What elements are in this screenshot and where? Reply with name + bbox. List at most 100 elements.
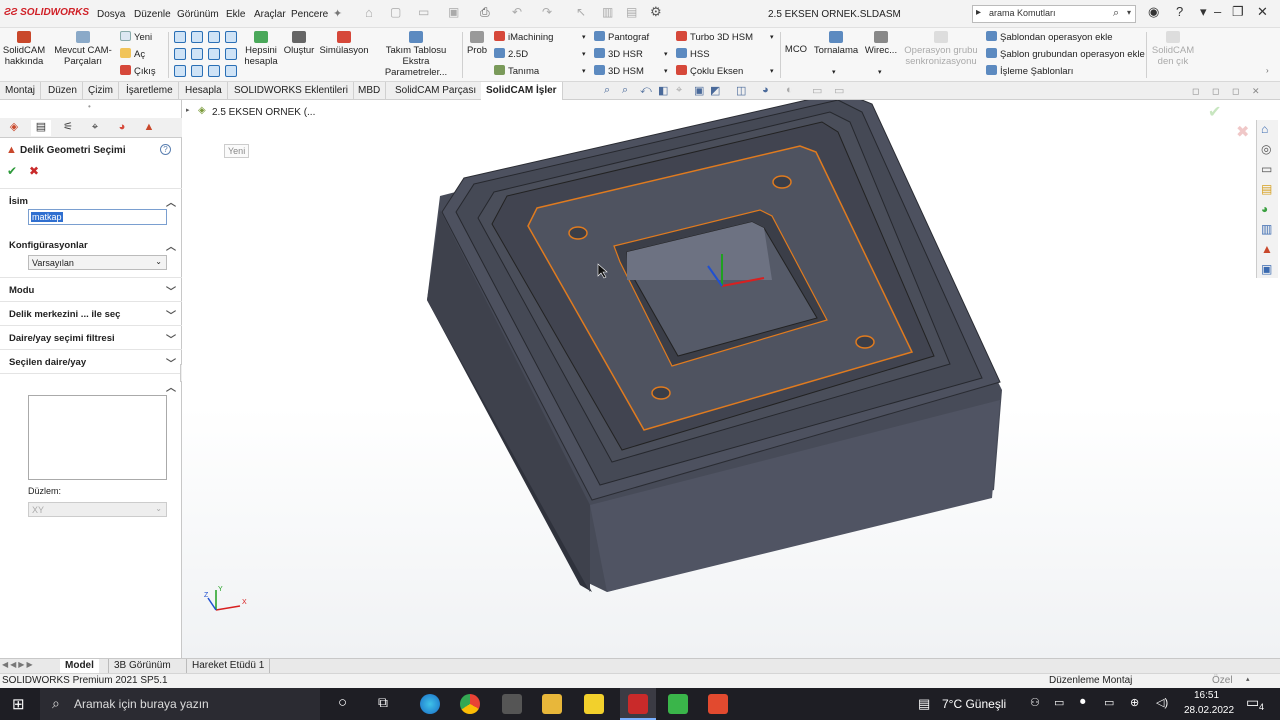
maximize-icon[interactable]: ❐ bbox=[1232, 4, 1244, 20]
hole-1[interactable] bbox=[568, 226, 588, 240]
grid-tool-icon[interactable] bbox=[225, 48, 237, 60]
taskbar-search[interactable]: ⌕ Aramak için buraya yazın bbox=[40, 688, 320, 720]
dropdown-icon[interactable]: ▾ bbox=[582, 50, 586, 58]
tab-solidcam-jobs[interactable]: SolidCAM İşler bbox=[481, 82, 563, 100]
wire-button[interactable]: Wirec... bbox=[862, 31, 900, 56]
home-icon[interactable]: ⌂ bbox=[1261, 122, 1268, 136]
units-dropdown-icon[interactable]: ▴ bbox=[1246, 675, 1250, 683]
exit-button[interactable]: Çıkış bbox=[120, 65, 156, 77]
menu-ekle[interactable]: Ekle bbox=[226, 9, 245, 20]
zoom-fit-icon[interactable]: ⌕ bbox=[604, 84, 610, 97]
weather-text[interactable]: 7°C Güneşli bbox=[942, 697, 1006, 711]
help-dropdown-icon[interactable]: ▾ bbox=[1200, 4, 1207, 20]
dropdown-icon[interactable]: ▾ bbox=[832, 68, 836, 76]
mco-button[interactable]: MCO bbox=[784, 44, 808, 55]
3d-hsm-button[interactable]: 3D HSM bbox=[594, 65, 644, 77]
grid-tool-icon[interactable] bbox=[174, 48, 186, 60]
grid-tool-icon[interactable] bbox=[191, 31, 203, 43]
account-icon[interactable]: ◉ bbox=[1148, 4, 1159, 20]
section-unnamed[interactable]: ︿ bbox=[0, 373, 182, 394]
section-arc-filter[interactable]: Daire/yay seçimi filtresi ﹀ bbox=[0, 325, 182, 349]
menu-duzenle[interactable]: Düzenle bbox=[134, 9, 171, 20]
tab-mbd[interactable]: MBD bbox=[353, 82, 387, 100]
new-button[interactable]: Yeni bbox=[120, 31, 152, 43]
help-icon[interactable]: ? bbox=[160, 144, 171, 155]
dropdown-icon[interactable]: ▾ bbox=[770, 33, 774, 41]
hide-show-icon[interactable]: ◫ bbox=[736, 84, 746, 97]
help-icon[interactable]: ? bbox=[1176, 4, 1183, 19]
tab-3d-view[interactable]: 3B Görünüm bbox=[108, 659, 176, 673]
options-gear-icon[interactable]: ⚙ bbox=[650, 4, 662, 20]
recorder-icon[interactable] bbox=[708, 694, 728, 714]
viewport-close-icon[interactable]: ✕ bbox=[1252, 86, 1260, 97]
print-icon[interactable]: ⎙ bbox=[480, 5, 490, 20]
task-view-icon[interactable]: ⧉ bbox=[378, 694, 388, 711]
appearances-icon[interactable]: ◕ bbox=[1261, 202, 1268, 216]
tab-duzen[interactable]: Düzen bbox=[43, 82, 83, 100]
selected-arcs-list[interactable] bbox=[28, 395, 167, 480]
ribbon-collapse-icon[interactable]: › bbox=[1266, 66, 1269, 75]
solidworks-taskbar-button[interactable] bbox=[620, 688, 656, 720]
section-selected-arcs[interactable]: Seçilen daire/yay ﹀ bbox=[0, 349, 182, 373]
tab-solidworks-addins[interactable]: SOLIDWORKS Eklentileri bbox=[229, 82, 354, 100]
viewport-tile-icon[interactable]: ◻ bbox=[1212, 86, 1219, 97]
search-box[interactable]: ▸ ⌕ ▾ bbox=[972, 5, 1136, 23]
custom-properties-icon[interactable]: ▥ bbox=[1261, 222, 1272, 236]
dropdown-icon[interactable]: ▾ bbox=[582, 33, 586, 41]
grid-tool-icon[interactable] bbox=[225, 31, 237, 43]
tab-isaretleme[interactable]: İşaretleme bbox=[121, 82, 179, 100]
clock-date[interactable]: 28.02.2022 bbox=[1184, 705, 1234, 716]
menu-araclar[interactable]: Araçlar bbox=[254, 9, 286, 20]
existing-cam-parts-button[interactable]: Mevcut CAM-Parçaları bbox=[52, 31, 114, 67]
notification-icon[interactable]: ▭ bbox=[1246, 694, 1259, 711]
open-button[interactable]: Aç bbox=[120, 48, 145, 60]
display-manager-tab-icon[interactable]: ◕ bbox=[112, 120, 132, 136]
grid-tool-icon[interactable] bbox=[174, 31, 186, 43]
hole-4[interactable] bbox=[651, 386, 671, 400]
section-hole-center[interactable]: Delik merkezini ... ile seç ﹀ bbox=[0, 301, 182, 325]
camtasia-icon[interactable] bbox=[668, 694, 688, 714]
file-explorer-icon[interactable]: ▭ bbox=[1261, 162, 1272, 176]
tab-montaj[interactable]: Montaj bbox=[0, 82, 42, 100]
hole-3[interactable] bbox=[855, 335, 875, 349]
name-field[interactable]: matkap bbox=[28, 209, 167, 225]
grid-tool-icon[interactable] bbox=[225, 65, 237, 77]
tab-cizim[interactable]: Çizim bbox=[83, 82, 119, 100]
solidworks-logo[interactable]: ƧƧ SOLIDWORKS bbox=[4, 7, 89, 18]
zoom-area-icon[interactable]: ⌕ bbox=[622, 84, 628, 97]
pin-icon[interactable]: ✦ bbox=[333, 7, 342, 20]
chevron-down-icon[interactable]: ﹀ bbox=[166, 307, 176, 322]
chevron-down-icon[interactable]: ﹀ bbox=[166, 331, 176, 346]
dropdown-icon[interactable]: ▾ bbox=[878, 68, 882, 76]
imachining-button[interactable]: iMachining bbox=[494, 31, 553, 43]
simulation-button[interactable]: Simülasyon bbox=[318, 31, 370, 56]
design-library-icon[interactable]: ▤ bbox=[1261, 182, 1272, 196]
chevron-down-icon[interactable]: ﹀ bbox=[166, 355, 176, 370]
add-op-from-template-group-button[interactable]: Şablon grubundan operasyon ekle bbox=[986, 48, 1145, 60]
grid-tool-icon[interactable] bbox=[208, 48, 220, 60]
menu-dosya[interactable]: Dosya bbox=[97, 9, 125, 20]
feature-manager-tab-icon[interactable]: ◈ bbox=[4, 120, 24, 136]
tab-solidcam-part[interactable]: SolidCAM Parçası bbox=[390, 82, 483, 100]
hss-button[interactable]: HSS bbox=[676, 48, 710, 60]
grid-tool-icon[interactable] bbox=[174, 65, 186, 77]
2-5d-button[interactable]: 2.5D bbox=[494, 48, 528, 60]
monitor-icon[interactable]: ▭ bbox=[834, 84, 844, 97]
chrome-icon[interactable] bbox=[460, 694, 480, 714]
property-manager-tab-icon[interactable]: ▤ bbox=[31, 120, 51, 136]
battery-icon[interactable]: ▭ bbox=[1104, 696, 1114, 709]
undo-icon[interactable]: ↶ bbox=[512, 5, 522, 19]
rebuild-icon[interactable]: ▥ bbox=[602, 5, 613, 19]
previous-view-icon[interactable]: ⤺ bbox=[640, 84, 652, 97]
open-icon[interactable]: ▭ bbox=[418, 5, 429, 19]
exit-solidcam-button[interactable]: SolidCAM den çık bbox=[1150, 31, 1196, 67]
tab-scroll-arrows-icon[interactable]: ◀◀▶▶ bbox=[2, 660, 35, 669]
grid-tool-icon[interactable] bbox=[191, 65, 203, 77]
cortana-icon[interactable]: ○ bbox=[338, 694, 347, 711]
dropdown-icon[interactable]: ▾ bbox=[770, 67, 774, 75]
tab-hesapla[interactable]: Hesapla bbox=[180, 82, 228, 100]
grid-tool-icon[interactable] bbox=[191, 48, 203, 60]
solidcam-pane-icon[interactable]: ▲ bbox=[1261, 242, 1273, 256]
dropdown-icon[interactable]: ▾ bbox=[664, 50, 668, 58]
menu-pencere[interactable]: Pencere bbox=[291, 9, 328, 20]
